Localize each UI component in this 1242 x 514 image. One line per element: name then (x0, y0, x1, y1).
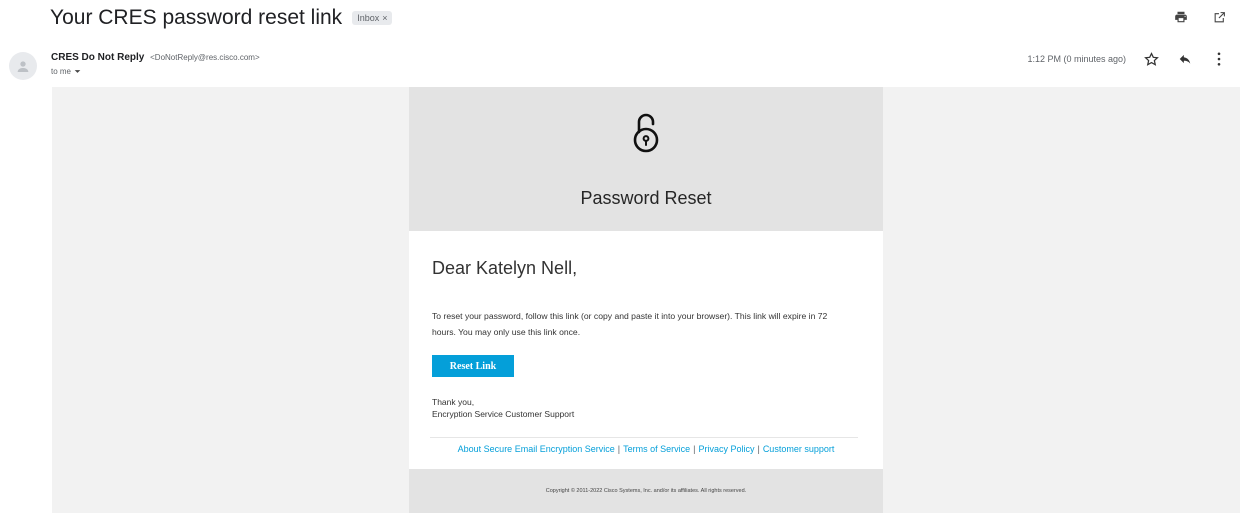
print-icon[interactable] (1172, 8, 1190, 26)
email-header-title: Password Reset (580, 188, 712, 208)
footer-divider (430, 437, 858, 438)
reply-icon[interactable] (1176, 50, 1194, 68)
more-vertical-icon[interactable] (1210, 50, 1228, 68)
footer-link-about[interactable]: About Secure Email Encryption Service (458, 444, 615, 454)
message-meta: 1:12 PM (0 minutes ago) (1027, 50, 1228, 68)
recipient-label: to me (51, 67, 72, 76)
separator: | (617, 444, 621, 454)
open-in-new-window-icon[interactable] (1210, 8, 1228, 26)
chevron-down-icon (74, 70, 81, 73)
footer-link-support[interactable]: Customer support (763, 444, 835, 454)
remove-label-icon[interactable]: × (382, 13, 387, 23)
instructions-paragraph: To reset your password, follow this link… (432, 308, 882, 340)
sender-line: CRES Do Not Reply <DoNotReply@res.cisco.… (51, 52, 260, 63)
thanks-text: Thank you, (432, 397, 475, 407)
unlocked-padlock-icon (628, 110, 664, 156)
subject-row: Your CRES password reset link Inbox × (50, 4, 393, 32)
footer-links: About Secure Email Encryption Service | Te… (409, 444, 883, 454)
footer-link-terms[interactable]: Terms of Service (623, 444, 690, 454)
copyright-text: Copyright © 2011-2022 Cisco Systems, Inc… (545, 488, 747, 494)
recipient-dropdown[interactable]: to me (51, 67, 81, 76)
sign-off: Thank you, Encryption Service Customer S… (432, 396, 574, 420)
star-icon[interactable] (1142, 50, 1160, 68)
greeting: Dear Katelyn Nell, (432, 258, 578, 278)
inbox-label-chip[interactable]: Inbox × (352, 11, 393, 25)
email-subject: Your CRES password reset link (50, 6, 343, 29)
signature-text: Encryption Service Customer Support (432, 409, 575, 419)
person-icon (17, 61, 29, 72)
instructions-line-2: hours. You may only use this link once. (432, 327, 581, 337)
timestamp: 1:12 PM (0 minutes ago) (1027, 54, 1126, 64)
sender-name[interactable]: CRES Do Not Reply (51, 52, 144, 63)
sender-avatar (9, 52, 37, 80)
footer-link-privacy[interactable]: Privacy Policy (698, 444, 754, 454)
sender-email: <DoNotReply@res.cisco.com> (150, 53, 260, 62)
top-actions (1172, 8, 1228, 26)
email-header-band (409, 87, 883, 231)
instructions-line-1: To reset your password, follow this link… (432, 311, 828, 321)
separator: | (693, 444, 696, 454)
separator: | (757, 444, 760, 454)
label-name: Inbox (357, 13, 380, 23)
reset-link-button[interactable]: Reset Link (432, 355, 514, 377)
